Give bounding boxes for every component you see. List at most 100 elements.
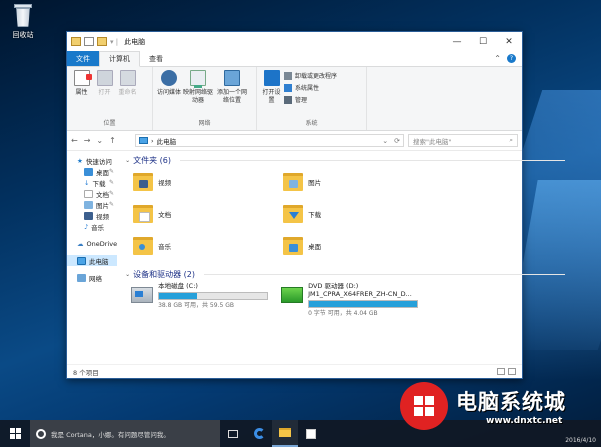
uninstall-programs-button[interactable]: 卸载或更改程序	[284, 71, 337, 80]
nav-onedrive[interactable]: ☁ OneDrive	[67, 238, 117, 249]
ribbon-collapse-icon[interactable]: ⌃	[494, 54, 501, 63]
folder-label: 桌面	[308, 243, 322, 251]
open-button[interactable]: 打开	[94, 70, 115, 118]
tab-view[interactable]: 查看	[140, 51, 172, 66]
folder-item-desktop[interactable]: 桌面	[283, 231, 433, 261]
quick-access-toolbar: ▾ |	[71, 37, 118, 46]
cortana-ring-icon	[36, 428, 46, 439]
nav-videos[interactable]: 视频	[67, 210, 117, 221]
nav-documents-label: 文档	[96, 190, 109, 199]
recent-dropdown-icon[interactable]: ⌄	[96, 136, 103, 145]
rename-button[interactable]: 重命名	[117, 70, 138, 118]
minimize-button[interactable]: —	[444, 32, 470, 51]
details-view-icon[interactable]	[497, 368, 505, 375]
nav-music-label: 音乐	[91, 223, 105, 232]
open-settings-button[interactable]: 打开设置	[261, 70, 282, 118]
system-properties-button[interactable]: 系统属性	[284, 83, 337, 92]
new-folder-qa-icon[interactable]	[97, 37, 107, 46]
address-dropdown-icon[interactable]: ⌄	[382, 137, 388, 145]
pin-icon[interactable]: ✎	[109, 201, 114, 208]
help-icon[interactable]: ?	[507, 54, 516, 63]
folder-label: 视频	[158, 179, 172, 187]
ribbon-group-system: 打开设置 卸载或更改程序 系统属性 管理 系统	[257, 67, 367, 130]
status-bar: 8 个项目	[67, 364, 522, 378]
folder-item-downloads[interactable]: 下载	[283, 199, 433, 229]
pictures-folder-icon	[283, 173, 304, 191]
manage-button[interactable]: 管理	[284, 95, 337, 104]
maximize-button[interactable]: ☐	[470, 32, 496, 51]
item-count: 8 个项目	[73, 368, 99, 377]
refresh-icon[interactable]: ⟳	[394, 137, 400, 145]
add-location-label: 添加一个网络位置	[216, 89, 247, 104]
hard-disk-icon	[131, 287, 154, 303]
folder-item-music[interactable]: 音乐	[133, 231, 283, 261]
nav-quick-access[interactable]: ★ 快速访问	[67, 155, 117, 166]
system-properties-icon	[284, 83, 292, 92]
file-explorer-button[interactable]	[272, 420, 298, 447]
tab-computer[interactable]: 计算机	[99, 51, 140, 67]
network-location-icon	[224, 70, 240, 86]
breadcrumb-this-pc[interactable]: 此电脑	[157, 136, 177, 146]
store-button[interactable]	[298, 420, 324, 447]
close-button[interactable]: ✕	[496, 32, 522, 51]
nav-documents[interactable]: 文档 ✎	[67, 188, 117, 199]
forward-arrow-icon[interactable]: →	[84, 136, 91, 145]
access-media-button[interactable]: 访问媒体	[157, 70, 181, 118]
drives-section-header[interactable]: ⌄ 设备和驱动器 (2)	[125, 268, 566, 280]
cortana-search-box[interactable]: 我是 Cortana，小娜。有问题尽管问我。	[30, 420, 220, 447]
group-label-system: 系统	[305, 120, 318, 127]
drive-c-usage-fill	[159, 293, 197, 299]
properties-qa-icon[interactable]	[84, 37, 94, 46]
open-label: 打开	[98, 89, 111, 96]
music-folder-icon	[133, 237, 154, 255]
system-properties-label: 系统属性	[295, 85, 320, 92]
pin-icon[interactable]: ✎	[109, 168, 114, 175]
address-box[interactable]: › 此电脑 ⌄ ⟳	[135, 134, 404, 147]
breadcrumb-sep-icon[interactable]: ›	[151, 137, 154, 145]
large-icons-view-icon[interactable]	[508, 368, 516, 375]
tab-file[interactable]: 文件	[67, 51, 99, 66]
pin-icon[interactable]: ✎	[109, 190, 114, 197]
task-view-button[interactable]	[220, 420, 246, 447]
nav-pictures-label: 图片	[96, 201, 109, 210]
folder-item-documents[interactable]: 文档	[133, 199, 283, 229]
title-bar[interactable]: ▾ | 此电脑 — ☐ ✕	[67, 32, 522, 51]
back-arrow-icon[interactable]: ←	[71, 136, 78, 145]
recycle-bin-label: 回收站	[12, 31, 34, 39]
properties-button[interactable]: 属性	[71, 70, 92, 118]
nav-downloads[interactable]: ↓ 下载 ✎	[67, 177, 117, 188]
chevron-down-icon[interactable]: ⌄	[125, 157, 130, 164]
search-box[interactable]: 搜索"此电脑" ⌕	[408, 134, 518, 147]
chevron-down-icon[interactable]: ⌄	[125, 271, 130, 278]
folders-section-header[interactable]: ⌄ 文件夹 (6)	[125, 154, 566, 166]
map-drive-button[interactable]: 映射网络驱动器	[183, 70, 213, 118]
window-controls: — ☐ ✕	[444, 32, 522, 51]
recycle-bin[interactable]: 回收站	[4, 4, 42, 40]
pin-icon[interactable]: ✎	[109, 179, 114, 186]
add-network-location-button[interactable]: 添加一个网络位置	[215, 70, 249, 118]
edge-button[interactable]	[246, 420, 272, 447]
nav-pictures[interactable]: 图片 ✎	[67, 199, 117, 210]
nav-this-pc[interactable]: 此电脑	[67, 255, 118, 266]
start-button[interactable]	[0, 420, 30, 447]
nav-desktop[interactable]: 桌面 ✎	[67, 166, 117, 177]
search-icon[interactable]: ⌕	[509, 136, 513, 145]
dvd-drive-icon	[281, 287, 304, 303]
cloud-icon: ☁	[77, 239, 84, 248]
music-note-icon: ♪	[84, 222, 89, 231]
drive-item-c[interactable]: 本地磁盘 (C:) 38.8 GB 可用，共 59.5 GB	[131, 282, 281, 318]
properties-icon	[73, 70, 92, 86]
task-view-icon	[228, 429, 238, 438]
nav-music[interactable]: ♪ 音乐	[67, 221, 117, 232]
clock-date: 2016/4/10	[565, 437, 596, 444]
qa-dropdown-icon[interactable]: ▾ |	[110, 38, 118, 46]
nav-network-label: 网络	[89, 274, 102, 283]
nav-network[interactable]: 网络	[67, 272, 117, 283]
drive-item-d[interactable]: DVD 驱动器 (D:) JM1_CPRA_X64FRER_ZH-CN_D...…	[281, 282, 431, 318]
folder-icon	[71, 37, 81, 46]
ribbon: 属性 打开 重命名 位置 访问媒体 映射网络驱动器 添加一个网络位置 网络 打开…	[67, 67, 522, 131]
up-arrow-icon[interactable]: ↑	[109, 136, 116, 145]
folder-item-pictures[interactable]: 图片	[283, 167, 433, 197]
folder-item-videos[interactable]: 视频	[133, 167, 283, 197]
navigation-arrows: ← → ⌄ ↑	[71, 136, 131, 145]
